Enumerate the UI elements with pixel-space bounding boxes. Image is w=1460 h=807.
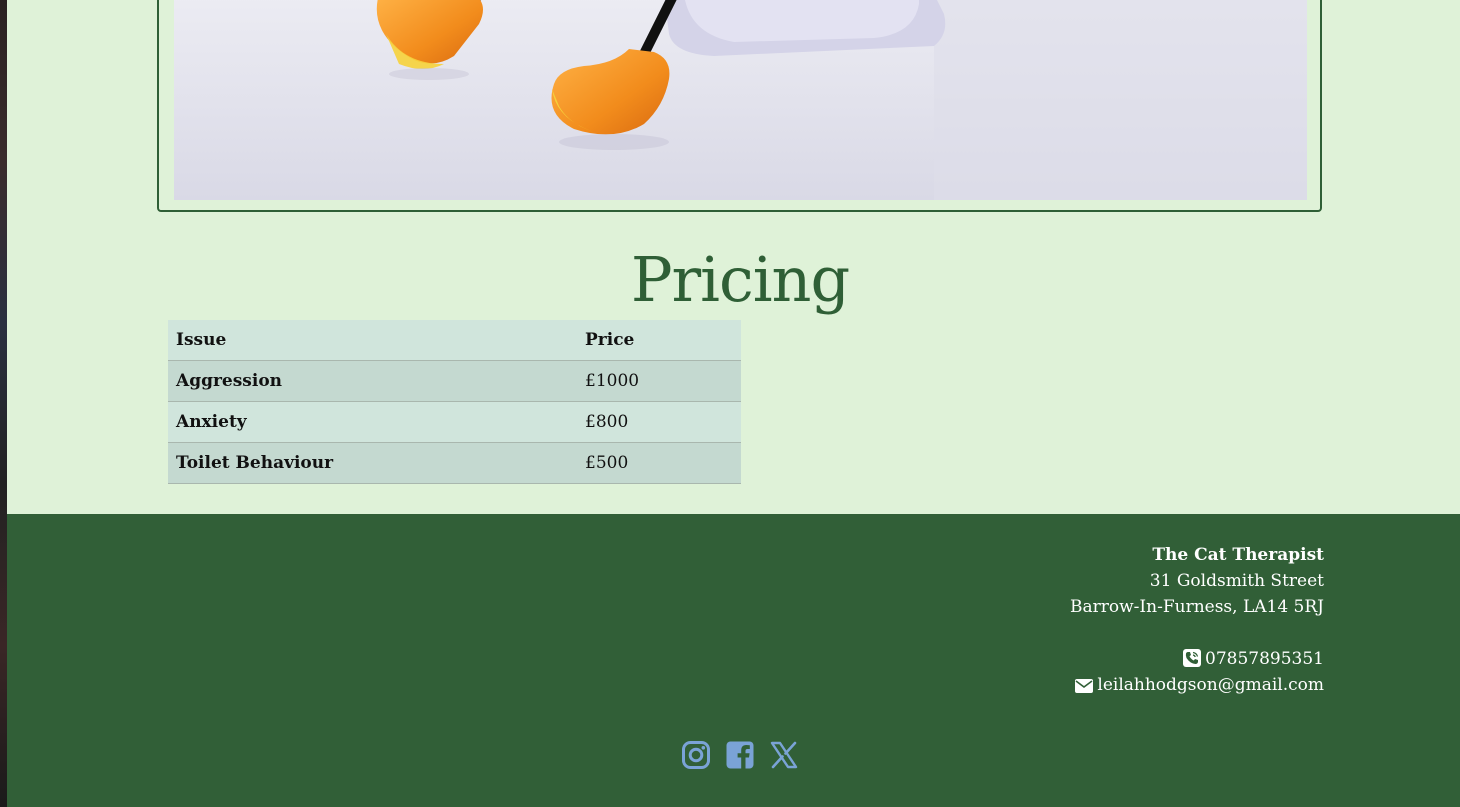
issue-cell: Aggression [168,360,577,402]
phone-icon [1183,649,1202,667]
business-name: The Cat Therapist [1152,545,1324,565]
email-address: leilahhodgson@gmail.com [1097,675,1324,695]
contact-info: The Cat Therapist 31 Goldsmith Street Ba… [1070,542,1324,698]
table-row: Anxiety £800 [168,401,741,443]
address-line-1: 31 Goldsmith Street [1149,571,1324,591]
issue-cell: Anxiety [168,401,577,443]
column-header-price: Price [577,320,741,361]
phone-line[interactable]: 07857895351 [1070,646,1324,672]
table-row: Aggression £1000 [168,360,741,402]
site-footer: The Cat Therapist 31 Goldsmith Street Ba… [7,514,1460,807]
social-links [681,739,799,771]
hero-image-frame [157,0,1322,212]
price-cell: £1000 [577,360,741,402]
address-line-2: Barrow-In-Furness, LA14 5RJ [1070,597,1324,617]
table-row: Toilet Behaviour £500 [168,442,741,484]
hero-image-illustration [174,0,1307,200]
phone-number: 07857895351 [1205,649,1324,669]
column-header-issue: Issue [168,320,577,361]
table-header-row: Issue Price [168,320,741,361]
envelope-icon [1075,679,1094,693]
price-cell: £800 [577,401,741,443]
page: Pricing Issue Price Aggression £1000 Anx… [7,0,1460,807]
facebook-icon[interactable] [725,740,755,770]
desktop-background-strip [0,0,7,807]
hero-image [174,0,1307,200]
contact-spacer [1070,620,1324,646]
pricing-table: Issue Price Aggression £1000 Anxiety £80… [168,320,741,484]
issue-cell: Toilet Behaviour [168,442,577,484]
email-line[interactable]: leilahhodgson@gmail.com [1070,672,1324,698]
price-cell: £500 [577,442,741,484]
pricing-heading: Pricing [630,243,850,316]
x-twitter-icon[interactable] [769,740,799,770]
instagram-icon[interactable] [681,740,711,770]
